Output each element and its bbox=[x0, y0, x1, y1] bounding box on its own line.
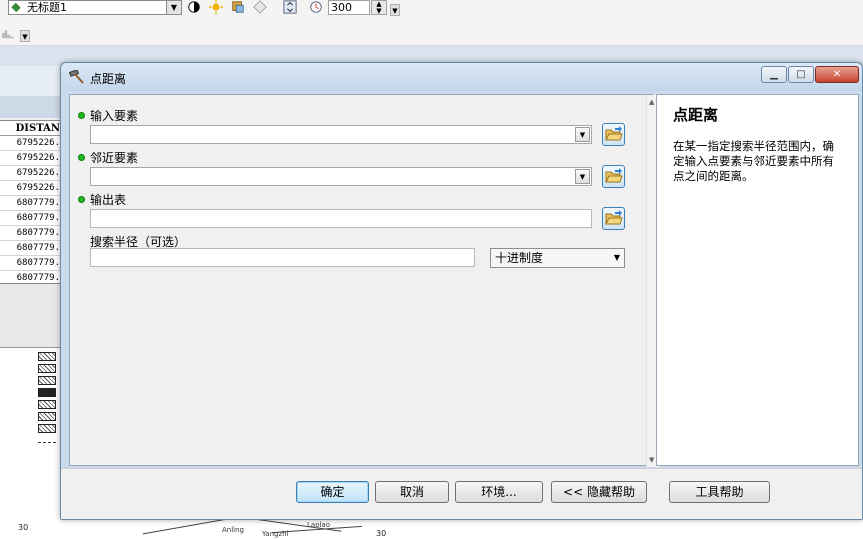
table-row[interactable]: 6807779. bbox=[0, 241, 62, 256]
scroll-up-icon[interactable]: ▲ bbox=[649, 98, 654, 106]
point-distance-dialog: 点距离 ▁ □ ✕ 输入要素 ▼ 邻近要素 ▼ 输出表 搜索半径（可选） 十进制… bbox=[60, 62, 863, 520]
radius-unit-value: 十进制度 bbox=[495, 251, 544, 265]
required-indicator-icon bbox=[78, 154, 85, 161]
open-folder-icon bbox=[605, 168, 623, 183]
help-text: 在某一指定搜索半径范围内，确定输入点要素与邻近要素中所有点之间的距离。 bbox=[673, 139, 834, 183]
input-features-label: 输入要素 bbox=[90, 109, 139, 123]
open-folder-icon bbox=[605, 126, 623, 141]
browse-input-button[interactable] bbox=[602, 123, 625, 146]
chevron-down-icon[interactable]: ▼ bbox=[166, 1, 181, 14]
table-header[interactable]: DISTAN bbox=[0, 121, 62, 136]
help-title: 点距离 bbox=[673, 106, 719, 124]
background-band bbox=[0, 66, 60, 96]
map-view-bottom: Anling Yangzhi Laolao 30 bbox=[62, 517, 863, 539]
ok-button[interactable]: 确定 bbox=[296, 481, 369, 503]
table-row[interactable]: 6795226. bbox=[0, 151, 62, 166]
swipe-icon[interactable] bbox=[230, 0, 246, 14]
search-radius-field[interactable] bbox=[90, 248, 475, 267]
output-table-label: 输出表 bbox=[90, 193, 127, 207]
open-folder-icon bbox=[605, 210, 623, 225]
legend-patch bbox=[38, 412, 56, 421]
hammer-icon bbox=[69, 70, 84, 84]
legend-patch bbox=[38, 352, 56, 361]
required-indicator-icon bbox=[78, 196, 85, 203]
map-coord-label: 30 bbox=[18, 523, 29, 532]
dialog-titlebar[interactable]: 点距离 ▁ □ ✕ bbox=[61, 63, 862, 91]
legend-patch bbox=[38, 424, 56, 433]
layer-dropdown[interactable]: 无标题1 ▼ bbox=[8, 0, 182, 15]
near-features-field[interactable]: ▼ bbox=[90, 167, 592, 186]
zoom-layer-icon[interactable] bbox=[282, 0, 298, 14]
legend-patch bbox=[38, 376, 56, 385]
map-coord-label: 30 bbox=[376, 529, 387, 538]
table-row[interactable]: 6807779. bbox=[0, 226, 62, 241]
browse-near-button[interactable] bbox=[602, 165, 625, 188]
legend-patch bbox=[38, 388, 56, 397]
dialog-title: 点距离 bbox=[90, 72, 127, 86]
background-panel bbox=[0, 284, 62, 348]
parameters-pane: 输入要素 ▼ 邻近要素 ▼ 输出表 搜索半径（可选） 十进制度 ▼ ▲ ▼ bbox=[69, 94, 660, 467]
legend-patch bbox=[38, 400, 56, 409]
background-toolbar: 无标题1 ▼ 300 ▲ ▼ ▼ ▼ bbox=[0, 0, 863, 46]
environments-button[interactable]: 环境... bbox=[455, 481, 543, 503]
help-pane: 点距离 在某一指定搜索半径范围内，确定输入点要素与邻近要素中所有点之间的距离。 bbox=[656, 94, 859, 466]
attribute-table: DISTAN 6795226. 6795226. 6795226. 679522… bbox=[0, 120, 62, 286]
cancel-button[interactable]: 取消 bbox=[375, 481, 449, 503]
output-table-field[interactable] bbox=[90, 209, 592, 228]
radius-unit-select[interactable]: 十进制度 ▼ bbox=[490, 248, 625, 268]
required-indicator-icon bbox=[78, 112, 85, 119]
tool-help-button[interactable]: 工具帮助 bbox=[669, 481, 770, 503]
minimize-icon: ▁ bbox=[770, 69, 778, 80]
toolbar-overflow-icon[interactable]: ▼ bbox=[390, 4, 400, 16]
scale-input[interactable]: 300 bbox=[328, 0, 370, 15]
minimize-button[interactable]: ▁ bbox=[761, 66, 787, 83]
map-view[interactable]: 30 bbox=[0, 348, 62, 539]
layer-icon bbox=[11, 2, 21, 13]
brightness-icon[interactable] bbox=[208, 0, 224, 14]
layer-name: 无标题1 bbox=[27, 1, 67, 14]
maximize-button[interactable]: □ bbox=[788, 66, 814, 83]
contrast-icon[interactable] bbox=[186, 0, 202, 14]
transparency-icon[interactable] bbox=[252, 0, 268, 14]
table-row[interactable]: 6795226. bbox=[0, 136, 62, 151]
table-row[interactable]: 6807779. bbox=[0, 256, 62, 271]
table-row[interactable]: 6795226. bbox=[0, 181, 62, 196]
histogram-icon[interactable] bbox=[0, 26, 16, 40]
near-features-label: 邻近要素 bbox=[90, 151, 139, 165]
hide-help-button[interactable]: << 隐藏帮助 bbox=[551, 481, 647, 503]
chevron-down-icon: ▼ bbox=[613, 253, 620, 262]
dialog-button-row: 确定 取消 环境... << 隐藏帮助 工具帮助 bbox=[61, 468, 862, 519]
table-row[interactable]: 6795226. bbox=[0, 166, 62, 181]
browse-output-button[interactable] bbox=[602, 207, 625, 230]
input-features-field[interactable]: ▼ bbox=[90, 125, 592, 144]
scale-icon[interactable] bbox=[308, 0, 324, 14]
background-band bbox=[0, 96, 60, 118]
table-row[interactable]: 6807779. bbox=[0, 196, 62, 211]
legend-patch bbox=[38, 442, 56, 448]
table-row[interactable]: 6807779. bbox=[0, 211, 62, 226]
chevron-down-icon[interactable]: ▼ bbox=[575, 127, 590, 142]
legend-patch bbox=[38, 364, 56, 373]
scale-spinner[interactable]: ▲ ▼ bbox=[371, 0, 387, 15]
maximize-icon: □ bbox=[796, 69, 806, 80]
chevron-down-icon[interactable]: ▼ bbox=[575, 169, 590, 184]
toolbar2-overflow-icon[interactable]: ▼ bbox=[20, 30, 30, 42]
close-icon: ✕ bbox=[832, 69, 842, 80]
close-button[interactable]: ✕ bbox=[815, 66, 859, 83]
scroll-down-icon[interactable]: ▼ bbox=[649, 456, 654, 464]
